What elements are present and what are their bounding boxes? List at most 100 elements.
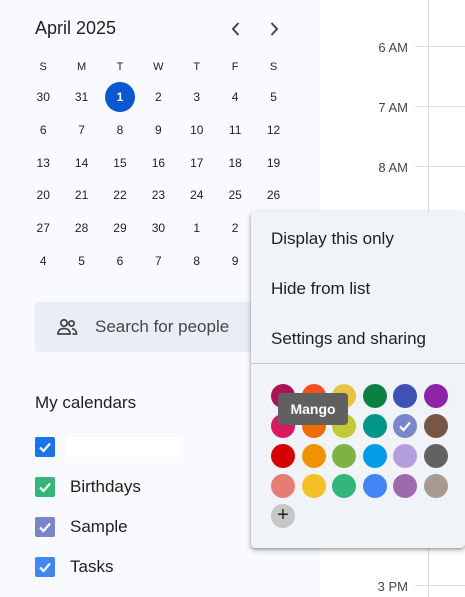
- color-swatch[interactable]: [393, 384, 418, 408]
- chevron-right-icon[interactable]: [262, 16, 286, 42]
- chevron-left-icon[interactable]: [224, 16, 248, 42]
- calendar-day-number: 26: [266, 188, 281, 203]
- calendar-day-number: 3: [193, 90, 201, 105]
- calendar-day[interactable]: 15: [101, 156, 139, 170]
- calendar-day[interactable]: 4: [24, 254, 62, 268]
- calendar-day[interactable]: 22: [101, 188, 139, 202]
- calendar-day[interactable]: 27: [24, 221, 62, 235]
- calendar-day[interactable]: 26: [254, 188, 292, 202]
- color-swatch[interactable]: [424, 444, 448, 468]
- calendar-day[interactable]: 17: [178, 156, 216, 170]
- check-icon: [39, 482, 51, 493]
- calendar-day-number: 6: [39, 123, 47, 138]
- calendar-day[interactable]: 12: [254, 123, 292, 137]
- calendar-day[interactable]: 28: [62, 221, 100, 235]
- calendar-day[interactable]: 24: [178, 188, 216, 202]
- checkbox[interactable]: [35, 477, 55, 497]
- color-swatch[interactable]: [271, 444, 295, 468]
- calendar-day[interactable]: 8: [101, 123, 139, 137]
- calendar-day-number: 16: [151, 155, 166, 170]
- calendar-day[interactable]: 9: [139, 123, 177, 137]
- calendar-list-item[interactable]: Birthdays: [35, 476, 141, 498]
- weekday-label: F: [231, 61, 239, 73]
- weekday-label: M: [77, 61, 87, 73]
- calendar-day[interactable]: 30: [139, 221, 177, 235]
- calendar-day[interactable]: 1: [178, 221, 216, 235]
- color-swatch[interactable]: [362, 444, 387, 468]
- calendar-day[interactable]: 21: [62, 188, 100, 202]
- calendar-day[interactable]: 16: [139, 156, 177, 170]
- calendar-name: Birthdays: [70, 477, 141, 496]
- checkbox[interactable]: [35, 557, 55, 577]
- check-icon: [39, 562, 51, 573]
- calendar-day-today[interactable]: 1: [101, 82, 139, 113]
- calendar-day[interactable]: 2: [216, 221, 254, 235]
- calendar-day[interactable]: 5: [254, 90, 292, 104]
- color-tooltip: Mango: [278, 393, 348, 425]
- calendar-day-number: 28: [74, 221, 89, 236]
- calendar-day[interactable]: 29: [101, 221, 139, 235]
- menu-item-hide-from-list[interactable]: Hide from list: [271, 279, 370, 299]
- calendar-day[interactable]: 19: [254, 156, 292, 170]
- color-swatch[interactable]: [424, 474, 448, 498]
- search-people-placeholder: Search for people: [95, 317, 230, 336]
- checkbox[interactable]: [35, 517, 55, 537]
- calendar-day[interactable]: 2: [139, 90, 177, 104]
- calendar-day-number: 25: [228, 188, 242, 203]
- weekday-label: S: [39, 61, 47, 73]
- calendar-day[interactable]: 7: [139, 254, 177, 268]
- calendar-day[interactable]: 7: [62, 123, 100, 137]
- plus-icon[interactable]: +: [271, 504, 295, 528]
- calendar-day[interactable]: 31: [62, 90, 100, 104]
- calendar-day-number: 24: [190, 188, 204, 203]
- calendar-day[interactable]: 14: [62, 156, 100, 170]
- calendar-day[interactable]: 13: [24, 156, 62, 170]
- color-swatch[interactable]: [362, 474, 387, 498]
- calendar-day-number: 12: [266, 123, 281, 138]
- calendar-day[interactable]: 8: [178, 254, 216, 268]
- color-swatch[interactable]: [301, 474, 326, 498]
- color-swatch[interactable]: [332, 474, 357, 498]
- calendar-day-number: 8: [193, 253, 201, 268]
- menu-item-display-this-only[interactable]: Display this only: [271, 229, 394, 249]
- color-swatch[interactable]: [393, 444, 418, 468]
- calendar-day-number: 2: [155, 90, 162, 105]
- color-swatch[interactable]: [393, 474, 418, 498]
- calendar-day[interactable]: 6: [101, 254, 139, 268]
- time-label: 3 PM: [377, 579, 408, 594]
- color-swatch[interactable]: [362, 414, 387, 438]
- calendar-day[interactable]: 6: [24, 123, 62, 137]
- calendar-day-number: 7: [78, 123, 85, 138]
- calendar-name: Sample: [70, 517, 128, 536]
- calendar-day[interactable]: 20: [24, 188, 62, 202]
- calendar-list-item[interactable]: Sample: [35, 516, 128, 538]
- color-swatch[interactable]: [301, 444, 326, 468]
- calendar-day[interactable]: 18: [216, 156, 254, 170]
- calendar-day[interactable]: 3: [178, 90, 216, 104]
- color-swatch[interactable]: [271, 474, 295, 498]
- calendar-day[interactable]: 5: [62, 254, 100, 268]
- calendar-day-number: 20: [36, 188, 50, 203]
- calendar-day[interactable]: 30: [24, 90, 62, 104]
- calendar-day-number: 2: [231, 221, 239, 236]
- color-swatch[interactable]: [424, 414, 448, 438]
- check-icon: [39, 442, 51, 453]
- calendar-day[interactable]: 11: [216, 123, 254, 137]
- calendar-list-item[interactable]: [35, 436, 183, 458]
- calendar-day[interactable]: 23: [139, 188, 177, 202]
- calendar-name: Tasks: [70, 557, 114, 576]
- calendar-day-number: 11: [228, 123, 242, 138]
- color-swatch[interactable]: [424, 384, 448, 408]
- menu-divider: [251, 363, 465, 364]
- calendar-day-number: 19: [266, 155, 281, 170]
- color-swatch[interactable]: [393, 414, 418, 438]
- calendar-day[interactable]: 4: [216, 90, 254, 104]
- color-swatch[interactable]: [332, 444, 357, 468]
- color-swatch[interactable]: [362, 384, 387, 408]
- calendar-day[interactable]: 10: [178, 123, 216, 137]
- menu-item-settings-and-sharing[interactable]: Settings and sharing: [271, 329, 426, 349]
- calendar-day[interactable]: 9: [216, 254, 254, 268]
- calendar-list-item[interactable]: Tasks: [35, 556, 113, 578]
- checkbox[interactable]: [35, 437, 55, 457]
- calendar-day[interactable]: 25: [216, 188, 254, 202]
